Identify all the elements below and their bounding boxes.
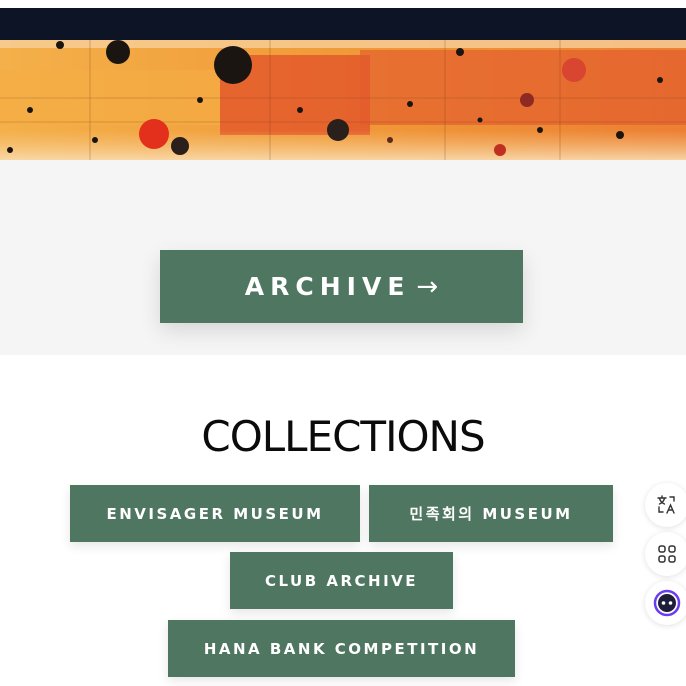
collections-title: COLLECTIONS — [201, 412, 485, 461]
assistant-face-icon — [653, 589, 681, 617]
archive-button-label: ARCHIVE — [244, 272, 411, 301]
top-bar — [0, 0, 686, 40]
archive-section: ARCHIVE → — [0, 160, 686, 355]
abstract-painting-image — [0, 40, 686, 160]
hero-banner — [0, 40, 686, 160]
top-bar-strip — [0, 8, 686, 40]
collection-button-envisager-museum[interactable]: ENVISAGER MUSEUM — [70, 485, 360, 542]
arrow-right-icon: → — [416, 271, 439, 302]
apps-button[interactable] — [645, 532, 686, 576]
apps-grid-icon — [658, 545, 676, 563]
collection-button-hana-bank-competition[interactable]: HANA BANK COMPETITION — [168, 620, 515, 677]
translate-button[interactable] — [645, 483, 686, 527]
collection-button-minjok-museum[interactable]: 민족회의 MUSEUM — [369, 485, 613, 542]
archive-button[interactable]: ARCHIVE → — [160, 250, 523, 323]
collection-button-club-archive[interactable]: CLUB ARCHIVE — [230, 552, 453, 609]
assistant-button[interactable] — [645, 581, 686, 625]
translate-icon — [657, 495, 675, 514]
